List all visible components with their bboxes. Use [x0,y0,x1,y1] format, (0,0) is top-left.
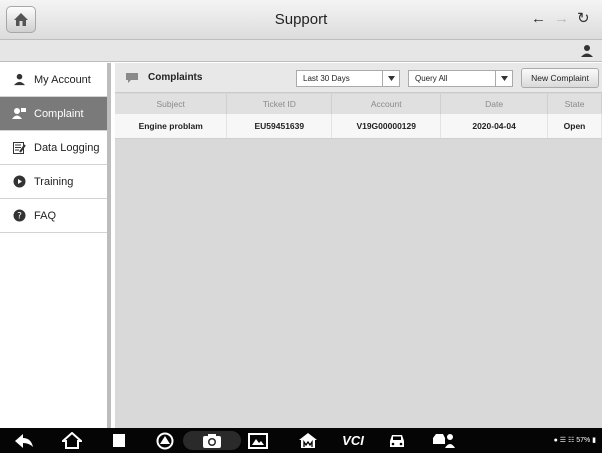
complaints-table: Subject Ticket ID Account Date State Eng… [115,94,602,139]
battery-icon: ▮ [590,437,596,444]
table-header-row: Subject Ticket ID Account Date State [115,94,602,114]
query-select[interactable]: Query All [408,70,513,87]
home-icon[interactable] [60,431,84,450]
help-icon: ? [12,209,26,223]
vci-label: VCI [342,433,364,448]
camera-icon [203,433,221,448]
sidebar-item-label: Data Logging [34,141,100,154]
status-icons: ● ☰ ☷ [553,437,577,444]
column-header[interactable]: Ticket ID [226,94,333,114]
sidebar-item-data-logging[interactable]: Data Logging [0,131,107,165]
sidebar-item-label: Complaint [34,107,84,120]
sidebar-item-training[interactable]: Training [0,165,107,199]
page-title: Support [274,11,328,28]
complaints-title: Complaints [148,72,203,83]
query-select-value: Query All [415,74,448,83]
vci-icon[interactable]: VCI [334,431,372,450]
period-select-value: Last 30 Days [303,74,350,83]
back-arrow-icon[interactable] [12,431,36,450]
sidebar-item-complaint[interactable]: Complaint [0,97,107,131]
caret-down-icon [495,71,512,86]
system-taskbar: VCI ● ☰ ☷ 57% ▮ [0,428,602,453]
browser-icon[interactable] [153,431,177,450]
user-icon [12,73,26,87]
camera-button[interactable] [183,431,241,450]
sidebar-item-faq[interactable]: ? FAQ [0,199,107,233]
table-cell: V19G00000129 [331,114,442,139]
complaints-toolbar: Complaints Last 30 Days Query All New Co… [115,63,602,93]
remote-support-icon[interactable] [430,431,458,450]
recent-apps-icon[interactable] [110,431,128,450]
column-header[interactable]: Account [331,94,442,114]
chat-bubble-icon [126,73,138,83]
table-cell: Engine problam [115,114,228,139]
table-row[interactable]: Engine problam EU59451639 V19G00000129 2… [115,114,602,139]
column-header[interactable]: State [547,94,602,114]
battery-percent: 57% [576,437,591,444]
column-header[interactable]: Subject [115,94,228,114]
maxisys-home-icon[interactable] [296,431,320,450]
car-icon[interactable] [385,431,409,450]
sidebar: My Account Complaint Data Logging Traini… [0,63,111,428]
table-cell: Open [547,114,602,139]
sidebar-item-label: Training [34,175,74,188]
period-select[interactable]: Last 30 Days [296,70,400,87]
sidebar-item-label: My Account [34,73,91,86]
sidebar-item-label: FAQ [34,209,57,222]
refresh-icon[interactable]: ↻ [577,10,590,28]
sidebar-item-my-account[interactable]: My Account [0,63,107,97]
column-header[interactable]: Date [440,94,549,114]
arrow-right-icon[interactable]: → [554,10,569,28]
complaints-panel: Complaints Last 30 Days Query All New Co… [115,63,602,428]
new-complaint-button[interactable]: New Complaint [521,68,599,88]
account-bar [0,40,602,62]
complaint-user-icon [12,107,26,121]
title-bar: Support ← → ↻ [0,0,602,40]
table-cell: EU59451639 [226,114,333,139]
edit-note-icon [12,141,26,155]
user-icon[interactable] [580,44,594,58]
image-viewer-icon[interactable] [246,431,270,450]
table-cell: 2020-04-04 [440,114,549,139]
arrow-left-icon[interactable]: ← [531,10,546,28]
caret-down-icon [382,71,399,86]
battery-status: ● ☰ ☷ 57% ▮ [554,436,596,444]
play-icon [12,175,26,189]
svg-text:?: ? [17,212,22,222]
